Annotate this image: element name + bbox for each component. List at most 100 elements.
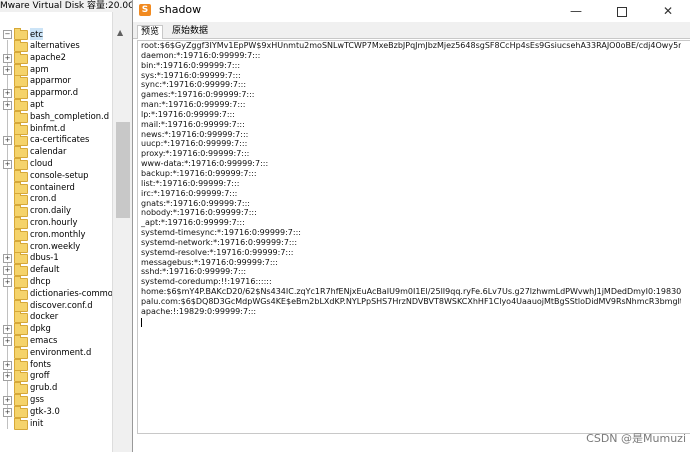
tree-connector-line (7, 40, 8, 52)
text-line: sys:*:19716:0:99999:7::: (141, 70, 241, 80)
folder-icon (14, 75, 28, 88)
tree-item[interactable]: dictionaries-common (0, 287, 112, 300)
tree-item[interactable]: docker (0, 311, 112, 324)
tree-item-label: bash_completion.d (30, 110, 110, 121)
tree-item-label: apache2 (30, 51, 66, 62)
tree-connector-line (7, 205, 8, 217)
text-content-area[interactable]: root:$6$GyZggf3IYMv1EpPW$9xHUnmtu2moSNLw… (137, 40, 690, 434)
tree-connector-line (7, 216, 8, 229)
folder-icon (14, 87, 28, 100)
tree-connector-line (7, 228, 8, 241)
folder-icon (14, 311, 28, 324)
tree-item[interactable]: + default (0, 264, 112, 277)
tree-root-etc[interactable]: − etc (0, 28, 112, 40)
text-line: systemd-coredump:!!:19716:::::: (141, 277, 272, 287)
tree-item[interactable]: cron.weekly (0, 240, 112, 253)
tree-item-label: dictionaries-common (30, 287, 112, 298)
tree-item[interactable]: apparmor (0, 75, 112, 88)
tree-scrollbar[interactable]: ▲ (112, 12, 132, 452)
tree-item-label: console-setup (30, 169, 89, 180)
tree-item-label: discover.conf.d (30, 299, 93, 310)
tree-item[interactable]: init (0, 417, 112, 430)
tree-connector-line (7, 311, 8, 324)
expand-icon[interactable]: + (3, 100, 12, 110)
text-line: man:*:19716:0:99999:7::: (141, 100, 246, 110)
tree-item[interactable]: cron.d (0, 193, 112, 206)
tree-item[interactable]: binfmt.d (0, 122, 112, 135)
tree-item[interactable]: containerd (0, 181, 112, 194)
tree-item-label: ca-certificates (30, 134, 90, 145)
expand-icon[interactable]: + (3, 254, 12, 264)
tree-item[interactable]: + apt (0, 98, 112, 111)
tree-item-label: binfmt.d (30, 122, 66, 133)
tree-connector-line (7, 110, 8, 123)
text-line: nobody:*:19716:0:99999:7::: (141, 208, 257, 218)
tree-connector-line (7, 287, 8, 300)
maximize-button[interactable] (599, 0, 645, 22)
close-button[interactable]: ✕ (645, 0, 690, 22)
tree-item[interactable]: discover.conf.d (0, 299, 112, 312)
tree-item[interactable]: calendar (0, 146, 112, 159)
tree-item[interactable]: grub.d (0, 382, 112, 395)
folder-icon (14, 393, 28, 406)
tree-item[interactable]: cron.hourly (0, 216, 112, 229)
text-line: games:*:19716:0:99999:7::: (141, 90, 255, 100)
tree-item[interactable]: + fonts (0, 358, 112, 371)
tree-item[interactable]: cron.monthly (0, 228, 112, 241)
tree-item[interactable]: + cloud (0, 157, 112, 170)
text-line: sshd:*:19716:0:99999:7::: (141, 267, 247, 277)
tree-item[interactable]: + apparmor.d (0, 87, 112, 100)
tree-item-label: dbus-1 (30, 252, 59, 263)
disk-tree-panel: Mware Virtual Disk 容量:20.0GB(204 − etc a… (0, 0, 132, 452)
expand-icon[interactable]: + (3, 53, 12, 63)
minimize-button[interactable]: — (553, 0, 599, 22)
tree-item[interactable]: + ca-certificates (0, 134, 112, 147)
expand-icon[interactable]: + (3, 325, 12, 335)
tree-item-label: fonts (30, 358, 52, 369)
expand-icon[interactable]: + (3, 336, 12, 346)
tree-item[interactable]: console-setup (0, 169, 112, 182)
tree-item[interactable]: + gtk-3.0 (0, 405, 112, 418)
expand-icon[interactable]: + (3, 159, 12, 169)
text-line: systemd-timesync:*:19716:0:99999:7::: (141, 228, 301, 238)
tree-item[interactable]: + gss (0, 393, 112, 406)
expand-icon[interactable]: + (3, 395, 12, 405)
scrollbar-thumb[interactable] (116, 122, 130, 218)
tree-connector-line (7, 146, 8, 158)
disk-title: Mware Virtual Disk 容量:20.0GB(204 (0, 0, 132, 12)
scroll-up-arrow-icon[interactable]: ▲ (117, 28, 123, 37)
tree-item[interactable]: bash_completion.d (0, 110, 112, 123)
text-line: bin:*:19716:0:99999:7::: (141, 60, 241, 70)
app-icon: S (139, 4, 151, 16)
tree-item[interactable]: environment.d (0, 346, 112, 359)
expand-icon[interactable]: + (3, 407, 12, 417)
tree-item[interactable]: + emacs (0, 334, 112, 347)
folder-icon (14, 181, 28, 194)
tree-item-label: apparmor.d (30, 87, 79, 98)
expand-icon[interactable]: + (3, 266, 12, 276)
tab-raw-data[interactable]: 原始数据 (169, 25, 211, 38)
tree-item[interactable]: + apm (0, 63, 112, 76)
tab-preview[interactable]: 预览 (137, 25, 164, 39)
expand-icon[interactable]: + (3, 360, 12, 370)
tree-item[interactable]: + dbus-1 (0, 252, 112, 265)
expand-icon[interactable]: + (3, 372, 12, 382)
tree-item-label: emacs (30, 334, 58, 345)
text-line: systemd-network:*:19716:0:99999:7::: (141, 237, 298, 247)
tree-item-label: cron.monthly (30, 228, 86, 239)
tree-item[interactable]: + apache2 (0, 51, 112, 64)
tree-item[interactable]: cron.daily (0, 205, 112, 218)
text-line: sync:*:19716:0:99999:7::: (141, 80, 247, 90)
expand-icon[interactable]: + (3, 89, 12, 99)
expand-icon[interactable]: + (3, 136, 12, 146)
tree-item[interactable]: alternatives (0, 40, 112, 52)
collapse-icon[interactable]: − (3, 30, 12, 39)
expand-icon[interactable]: + (3, 277, 12, 287)
folder-icon (14, 287, 28, 300)
tree-item[interactable]: + groff (0, 370, 112, 383)
text-line: apache:!:19829:0:99999:7::: (141, 306, 257, 316)
tree-item[interactable]: + dhcp (0, 275, 112, 288)
text-caret (141, 317, 142, 327)
tree-item[interactable]: + dpkg (0, 323, 112, 336)
expand-icon[interactable]: + (3, 65, 12, 75)
